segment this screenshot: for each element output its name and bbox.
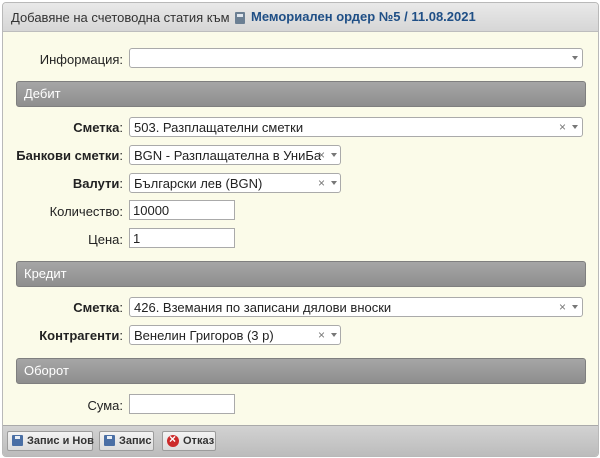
dialog-title: Добавяне на счетоводна статия към <box>11 10 230 25</box>
dialog-footer: Запис и Нов Запис Отказ <box>3 425 598 456</box>
credit-account-value: 426. Вземания по записани дялови вноски <box>134 300 392 315</box>
clear-icon[interactable]: × <box>318 328 325 342</box>
price-input[interactable]: 1 <box>129 228 235 248</box>
clear-icon[interactable]: × <box>318 176 325 190</box>
cancel-icon <box>167 432 179 447</box>
save-icon <box>12 435 23 446</box>
turnover-section-header: Оборот <box>16 358 586 384</box>
quantity-label: Количество: <box>49 204 123 219</box>
amount-input[interactable] <box>129 394 235 414</box>
debit-section-title: Дебит <box>24 86 61 101</box>
clear-icon[interactable]: × <box>559 300 566 314</box>
credit-account-label: Сметка: <box>73 300 123 315</box>
save-new-label: Запис и Нов <box>27 435 94 447</box>
bank-accounts-select[interactable]: BGN - Разплащателна в УниБа... × <box>129 145 341 165</box>
chevron-down-icon[interactable] <box>572 125 578 129</box>
cancel-button[interactable]: Отказ <box>162 431 216 451</box>
amount-label: Сума: <box>87 398 123 413</box>
debit-section-header: Дебит <box>16 81 586 107</box>
debit-account-value: 503. Разплащателни сметки <box>134 120 304 135</box>
price-value: 1 <box>133 231 141 246</box>
dialog-window: Добавяне на счетоводна статия към Мемори… <box>2 2 599 457</box>
clear-icon[interactable]: × <box>318 148 325 162</box>
save-label: Запис <box>119 435 152 447</box>
currencies-value: Български лев (BGN) <box>134 176 263 191</box>
debit-account-label: Сметка: <box>73 120 123 135</box>
info-select[interactable] <box>129 48 583 68</box>
order-link[interactable]: Мемориален ордер №5 / 11.08.2021 <box>251 9 476 24</box>
debit-account-select[interactable]: 503. Разплащателни сметки × <box>129 117 583 137</box>
clear-icon[interactable]: × <box>559 120 566 134</box>
counterparties-value: Венелин Григоров (3 р) <box>134 328 274 343</box>
info-label: Информация: <box>39 52 123 67</box>
save-new-button[interactable]: Запис и Нов <box>7 431 94 451</box>
bank-accounts-value: BGN - Разплащателна в УниБа... <box>134 148 322 163</box>
save-icon <box>104 435 115 446</box>
save-button[interactable]: Запис <box>99 431 154 451</box>
dialog-titlebar: Добавяне на счетоводна статия към Мемори… <box>3 3 598 32</box>
quantity-value: 10000 <box>133 203 170 218</box>
chevron-down-icon[interactable] <box>331 181 337 185</box>
counterparties-select[interactable]: Венелин Григоров (3 р) × <box>129 325 341 345</box>
chevron-down-icon[interactable] <box>331 333 337 337</box>
cancel-label: Отказ <box>183 435 215 447</box>
currencies-label: Валути: <box>72 176 123 191</box>
quantity-input[interactable]: 10000 <box>129 200 235 220</box>
price-label: Цена: <box>88 232 123 247</box>
credit-account-select[interactable]: 426. Вземания по записани дялови вноски … <box>129 297 583 317</box>
turnover-section-title: Оборот <box>24 363 69 378</box>
document-icon <box>235 12 245 24</box>
chevron-down-icon <box>572 56 578 60</box>
bank-accounts-label: Банкови сметки: <box>16 148 123 163</box>
chevron-down-icon[interactable] <box>572 305 578 309</box>
currencies-select[interactable]: Български лев (BGN) × <box>129 173 341 193</box>
chevron-down-icon[interactable] <box>331 153 337 157</box>
credit-section-header: Кредит <box>16 261 586 287</box>
counterparties-label: Контрагенти: <box>39 328 123 343</box>
credit-section-title: Кредит <box>24 266 67 281</box>
